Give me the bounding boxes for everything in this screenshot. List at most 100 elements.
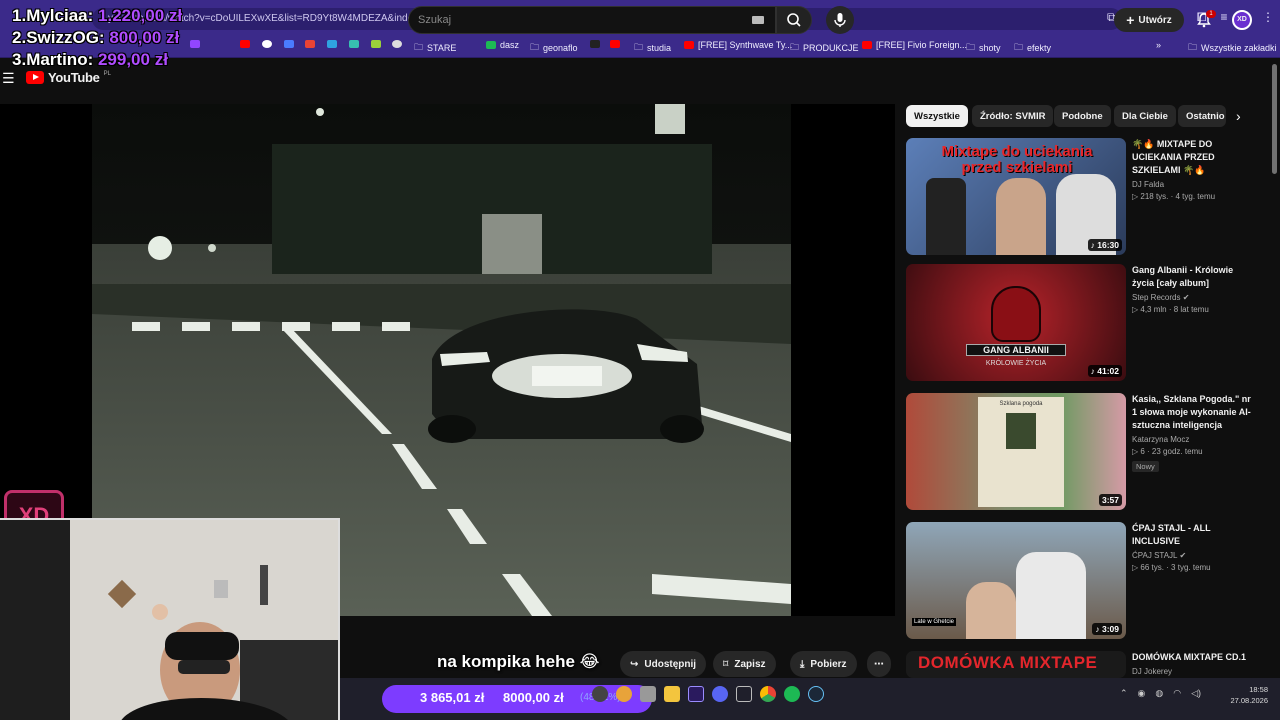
premiere-icon[interactable] (688, 686, 704, 702)
balaclava-graphic (991, 286, 1041, 342)
bookmark-app7[interactable] (610, 40, 620, 48)
folder-icon: 🗀 (414, 42, 424, 52)
bookmark-icon-app[interactable] (284, 40, 294, 48)
video-stats: ▷ 4,3 mln · 8 lat temu (1132, 305, 1209, 314)
video-thumbnail[interactable]: DOMÓWKA MIXTAPE (906, 651, 1126, 678)
donation-goal: 8000,00 zł (503, 690, 564, 705)
bookmark-icon-twitch[interactable] (190, 40, 200, 48)
video-title[interactable]: DOMÓWKA MIXTAPE CD.1 (1132, 651, 1256, 664)
menu-icon[interactable]: ⋮ (1262, 10, 1274, 25)
recommendation-card[interactable]: DOMÓWKA MIXTAPE DOMÓWKA MIXTAPE CD.1 DJ … (906, 651, 1266, 678)
search-icon (787, 13, 801, 27)
thumb-image (1006, 413, 1036, 449)
recommendation-card[interactable]: Late w Ghetcie ♪ 3:09 ĆPAJ STAJL - ALL I… (906, 522, 1266, 647)
bookmark-efekty[interactable]: 🗀 efekty (1014, 40, 1051, 56)
search-button[interactable] (776, 6, 812, 34)
leaderboard-row: 1.Mylciaa: 1.220,00 zł (12, 6, 183, 25)
bookmark-icon-app3[interactable] (349, 40, 359, 48)
folder-icon[interactable] (664, 686, 680, 702)
taskbar-apps (592, 686, 824, 702)
leaderboard-row: 2.SwizzOG: 800,00 zł (12, 28, 180, 47)
video-meta: ĆPAJ STAJL - ALL INCLUSIVE ĆPAJ STAJL ✔ … (1132, 522, 1256, 572)
menu-icon[interactable]: ☰ (2, 70, 15, 87)
webcam-feed (0, 520, 338, 720)
bookmark-shoty[interactable]: 🗀 shoty (966, 40, 1001, 56)
chip-recent[interactable]: Ostatnio (1178, 105, 1226, 127)
search-input[interactable] (408, 6, 776, 34)
video-thumbnail[interactable]: Mixtape do uciekania przed szkielami ♪ 1… (906, 138, 1126, 255)
bookmark-all[interactable]: 🗀 Wszystkie zakładki (1188, 40, 1277, 56)
bookmark-icon-app5[interactable] (392, 40, 402, 48)
bookmark-stare[interactable]: 🗀 STARE (414, 40, 456, 56)
bookmark-fivio[interactable]: [FREE] Fivio Foreign... (862, 40, 967, 50)
playlist-icon: ♪ (1095, 624, 1102, 634)
steam-icon[interactable] (808, 686, 824, 702)
mic-icon (834, 13, 846, 27)
app-icon[interactable] (736, 686, 752, 702)
video-title[interactable]: Kasia,, Szklana Pogoda." nr 1 słowa moje… (1132, 393, 1256, 432)
discord-icon[interactable] (712, 686, 728, 702)
scrollbar-thumb[interactable] (1272, 64, 1277, 174)
bookmark-icon-app2[interactable] (327, 40, 337, 48)
bookmark-synthwave[interactable]: [FREE] Synthwave Ty... (684, 40, 792, 50)
bookmark-app6[interactable] (590, 40, 600, 48)
video-title[interactable]: ĆPAJ STAJL - ALL INCLUSIVE (1132, 522, 1256, 548)
share-icon: ↪ (630, 658, 639, 670)
chip-source[interactable]: Źródło: SVMIR (972, 105, 1054, 127)
youtube-logo[interactable]: YouTube PL (26, 70, 111, 85)
video-thumbnail[interactable]: Late w Ghetcie ♪ 3:09 (906, 522, 1126, 639)
spotify-icon[interactable] (784, 686, 800, 702)
bookmark-geonaflo[interactable]: 🗀 geonaflo (530, 40, 578, 56)
more-actions-button[interactable]: ⋯ (867, 651, 891, 677)
bookmark-icon-app4[interactable] (371, 40, 381, 48)
share-button[interactable]: ↪ Udostępnij (620, 651, 707, 677)
channel-name[interactable]: ĆPAJ STAJL ✔ (1132, 551, 1256, 560)
bookmark-produkcje[interactable]: 🗀 PRODUKCJE (790, 40, 859, 56)
recommendation-card[interactable]: Szklana pogoda 3:57 Kasia,, Szklana Pogo… (906, 393, 1266, 518)
recommendation-card[interactable]: Mixtape do uciekania przed szkielami ♪ 1… (906, 138, 1266, 263)
bookmark-icon-gmail[interactable] (305, 40, 315, 48)
voice-search-button[interactable] (826, 6, 854, 34)
thumb-text: GANG ALBANII (966, 344, 1066, 356)
video-title[interactable]: Gang Albanii - Królowie życia [cały albu… (1132, 264, 1256, 290)
video-title[interactable]: 🌴🔥 MIXTAPE DO UCIEKANIA PRZED SZKIELAMI … (1132, 138, 1256, 177)
bookmark-icon-chrome[interactable] (262, 40, 272, 48)
app-tray-icon[interactable]: ◉ (1138, 688, 1146, 699)
app-icon[interactable] (640, 686, 656, 702)
volume-icon[interactable]: ◁) (1191, 688, 1201, 699)
chevron-right-icon[interactable]: » (1156, 40, 1161, 50)
download-button[interactable]: ⤓ Pobierz (790, 651, 857, 677)
bookmark-studia[interactable]: 🗀 studia (634, 40, 671, 56)
bookmark-dasz[interactable]: dasz (486, 40, 519, 50)
channel-name[interactable]: Step Records ✔ (1132, 293, 1256, 302)
thumb-person (926, 178, 966, 255)
clock[interactable]: 18:58 27.08.2026 (1226, 684, 1268, 706)
app-tray-icon[interactable]: ◍ (1155, 688, 1163, 699)
donation-current: 3 865,01 zł (420, 690, 485, 705)
channel-name[interactable]: DJ Jokerey (1132, 667, 1256, 676)
keyboard-icon[interactable] (752, 16, 764, 24)
bookmark-icon-youtube[interactable] (240, 40, 250, 48)
plus-icon: + (1126, 12, 1135, 28)
chip-for-you[interactable]: Dla Ciebie (1114, 105, 1176, 127)
chevron-right-icon[interactable]: › (1236, 108, 1241, 124)
avatar[interactable]: XD (1232, 10, 1252, 30)
save-button[interactable]: ⌑ Zapisz (713, 651, 776, 677)
app-icon[interactable] (592, 686, 608, 702)
channel-name[interactable]: DJ Falda (1132, 180, 1256, 189)
chip-similar[interactable]: Podobne (1054, 105, 1111, 127)
search-placeholder: Szukaj (418, 14, 452, 26)
video-thumbnail[interactable]: Szklana pogoda 3:57 (906, 393, 1126, 510)
create-button[interactable]: + Utwórz (1114, 8, 1184, 32)
video-thumbnail[interactable]: GANG ALBANII KRÓLOWIE ŻYCIA ♪ 41:02 (906, 264, 1126, 381)
webcam-overlay (0, 518, 340, 720)
chip-all[interactable]: Wszystkie (906, 105, 968, 127)
wifi-icon[interactable]: ◠ (1173, 688, 1181, 699)
chevron-up-icon[interactable]: ⌃ (1120, 688, 1128, 699)
recommendation-card[interactable]: GANG ALBANII KRÓLOWIE ŻYCIA ♪ 41:02 Gang… (906, 264, 1266, 389)
playlist-icon[interactable]: ≡ (1220, 10, 1227, 25)
channel-name[interactable]: Katarzyna Mocz (1132, 435, 1256, 444)
app-icon[interactable] (616, 686, 632, 702)
chrome-icon[interactable] (760, 686, 776, 702)
folder-icon: 🗀 (966, 42, 976, 52)
